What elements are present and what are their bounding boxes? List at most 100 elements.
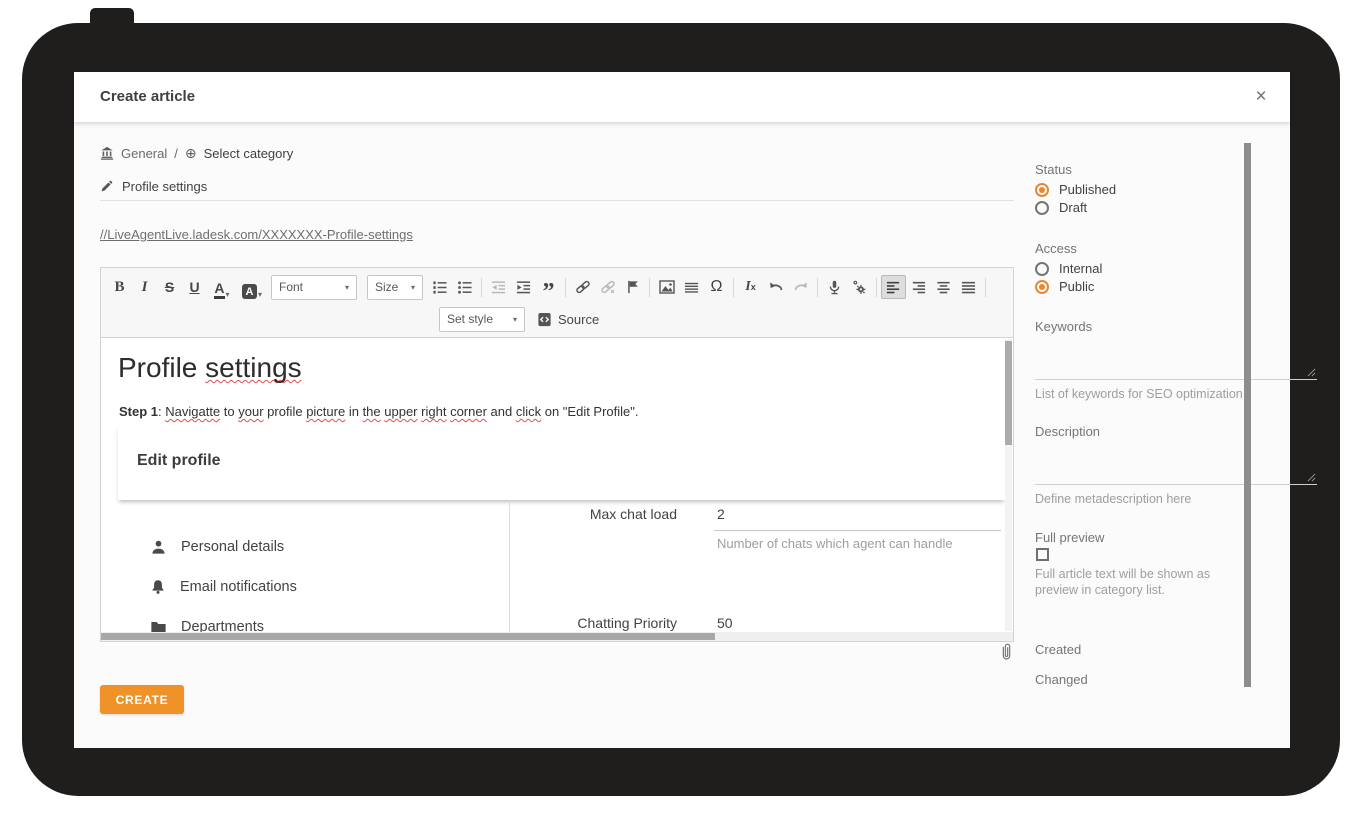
strikethrough-button[interactable]: S [157,275,182,299]
resize-handle-icon[interactable] [1307,368,1316,377]
embedded-title: Edit profile [137,452,221,470]
bold-button[interactable]: B [107,275,132,299]
create-article-dialog: Create article × General / ⊕ Select cate… [74,72,1290,748]
link-icon[interactable] [570,275,595,299]
full-preview-label: Full preview [1035,530,1104,545]
status-label: Status [1035,162,1072,177]
editor-horizontal-scrollbar[interactable] [101,632,1013,641]
speech-settings-gear-icon[interactable] [847,275,872,299]
text-color-button[interactable]: A▾ [207,275,237,299]
article-title[interactable]: Profile settings [122,179,207,194]
dialog-header: Create article × [74,72,1290,122]
anchor-flag-icon[interactable] [620,275,645,299]
horizontal-rule-icon[interactable] [679,275,704,299]
editor-vertical-scrollbar-thumb[interactable] [1005,341,1012,445]
embedded-screenshot: Edit profile Personal details Email noti… [118,426,1005,632]
full-preview-checkbox[interactable] [1036,548,1049,561]
align-justify-icon[interactable] [956,275,981,299]
radio-draft[interactable]: Draft [1035,199,1087,216]
source-code-icon [537,312,552,327]
editor-vertical-scrollbar[interactable] [1005,339,1012,631]
radio-public[interactable]: Public [1035,278,1094,295]
toolbar-separator [733,278,734,297]
pencil-icon [100,180,113,193]
article-url-link[interactable]: //LiveAgentLive.ladesk.com/XXXXXXX-Profi… [100,227,413,242]
image-icon[interactable] [654,275,679,299]
category-icon [100,146,114,160]
radio-unselected-icon [1035,262,1049,276]
menu-item-personal-details: Personal details [150,537,284,557]
article-title-row: Profile settings [100,177,207,195]
unlink-icon[interactable] [595,275,620,299]
indent-icon[interactable] [511,275,536,299]
remove-format-icon[interactable]: Ix [738,275,763,299]
toolbar-separator [481,278,482,297]
microphone-icon[interactable] [822,275,847,299]
menu-item-departments: Departments [150,617,264,632]
field-label: Max chat load [510,506,677,522]
toolbar-separator [876,278,877,297]
keywords-label: Keywords [1035,319,1092,334]
breadcrumb-root[interactable]: General [121,146,167,161]
italic-button[interactable]: I [132,275,157,299]
special-char-icon[interactable]: Ω [704,275,729,299]
embedded-header: Edit profile [118,426,1005,500]
font-dropdown[interactable]: Font▾ [271,275,357,300]
full-preview-hint: Full article text will be shown as previ… [1035,566,1247,598]
background-color-button[interactable]: A▾ [237,275,267,299]
align-center-icon[interactable] [931,275,956,299]
bell-icon [150,579,166,595]
editor-content[interactable]: Profile settings Step 1: Navigatte to yo… [101,338,1013,632]
breadcrumb: General / ⊕ Select category [100,144,293,162]
bullet-list-icon[interactable] [452,275,477,299]
description-input[interactable] [1035,441,1317,485]
breadcrumb-select-category[interactable]: Select category [204,146,294,161]
field-underline [714,530,1001,531]
close-icon[interactable]: × [1248,84,1274,110]
underline-button[interactable]: U [182,275,207,299]
rich-text-editor: B I S U A▾ A▾ Font▾ Size▾ [100,267,1014,642]
keywords-hint: List of keywords for SEO optimization [1035,386,1247,402]
ordered-list-icon[interactable] [427,275,452,299]
embedded-menu: Personal details Email notifications Dep… [118,500,510,632]
editor-toolbar: B I S U A▾ A▾ Font▾ Size▾ [101,268,1013,338]
set-style-dropdown[interactable]: Set style▾ [439,307,525,332]
align-right-icon[interactable] [906,275,931,299]
source-button[interactable]: Source [537,312,599,327]
radio-unselected-icon [1035,201,1049,215]
field-value: 2 [717,506,725,522]
divider [100,200,1014,201]
radio-internal[interactable]: Internal [1035,260,1102,277]
radio-selected-icon [1035,280,1049,294]
menu-item-email-notifications: Email notifications [150,577,297,597]
outdent-icon[interactable] [486,275,511,299]
sidebar-scrollbar-thumb[interactable] [1244,143,1251,687]
folder-icon [150,619,167,633]
embedded-panel: Personal details Email notifications Dep… [118,500,1005,632]
radio-published[interactable]: Published [1035,181,1116,198]
toolbar-separator [565,278,566,297]
changed-label: Changed [1035,672,1088,687]
undo-icon[interactable] [763,275,788,299]
field-hint: Number of chats which agent can handle [717,536,953,551]
radio-selected-icon [1035,183,1049,197]
description-label: Description [1035,424,1100,439]
create-button[interactable]: CREATE [100,685,184,714]
editor-horizontal-scrollbar-thumb[interactable] [101,633,715,640]
redo-icon[interactable] [788,275,813,299]
keywords-input[interactable] [1035,336,1317,380]
attachment-paperclip-icon[interactable] [999,643,1015,661]
dialog-title: Create article [100,72,195,122]
field-value: 50 [717,615,733,631]
breadcrumb-separator: / [174,146,178,161]
article-heading: Profile settings [118,352,302,384]
size-dropdown[interactable]: Size▾ [367,275,423,300]
toolbar-separator [985,278,986,297]
align-left-icon[interactable] [881,275,906,299]
resize-handle-icon[interactable] [1307,473,1316,482]
field-label: Chatting Priority [510,615,677,631]
article-step-text: Step 1: Navigatte to your profile pictur… [119,404,639,419]
description-hint: Define metadescription here [1035,491,1247,507]
embedded-form: Max chat load 2 Number of chats which ag… [510,500,1005,632]
blockquote-icon[interactable]: ” [536,275,561,299]
